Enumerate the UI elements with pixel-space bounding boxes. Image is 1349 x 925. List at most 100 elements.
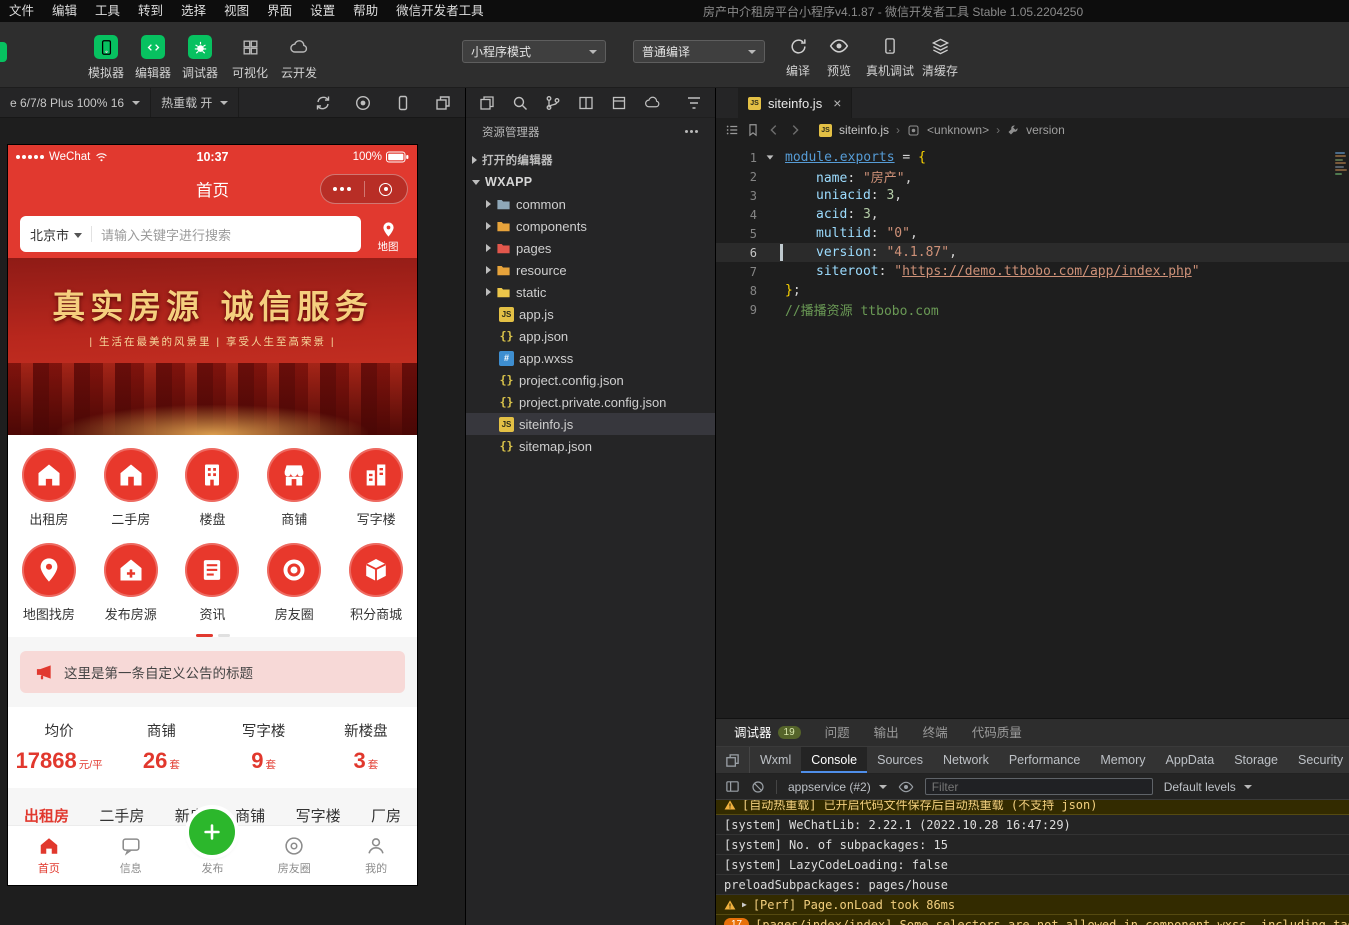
context-select[interactable]: appservice (#2)	[788, 780, 887, 794]
tab-messages[interactable]: 信息	[90, 826, 172, 885]
listing-tab-rent[interactable]: 出租房	[24, 805, 69, 826]
tree-item-project-private-config[interactable]: project.private.config.json	[466, 391, 715, 413]
tab-debugger[interactable]: 调试器19	[722, 719, 813, 747]
breadcrumb-symbol[interactable]: version	[1026, 123, 1065, 137]
devtools-tab-security[interactable]: Security	[1288, 747, 1349, 773]
map-button[interactable]: 地图	[367, 216, 409, 258]
menu-item-help[interactable]: 帮助	[344, 0, 387, 22]
tab-publish[interactable]: 发布	[172, 826, 254, 885]
record-icon[interactable]	[355, 95, 371, 111]
mode-select[interactable]: 小程序模式	[462, 40, 606, 63]
tab-problems[interactable]: 问题	[813, 719, 862, 747]
grid-item-shops[interactable]: 商铺	[253, 448, 335, 528]
tree-item-common[interactable]: common	[466, 193, 715, 215]
tree-item-resource[interactable]: resource	[466, 259, 715, 281]
hot-reload-toggle[interactable]: 热重载 开	[151, 88, 239, 117]
tree-item-app-wxss[interactable]: app.wxss	[466, 347, 715, 369]
tree-item-static[interactable]: static	[466, 281, 715, 303]
listing-tab-second-hand[interactable]: 二手房	[99, 805, 144, 826]
grid-item-offices[interactable]: 写字楼	[335, 448, 417, 528]
compile-mode-select[interactable]: 普通编译	[633, 40, 765, 63]
rotate-icon[interactable]	[315, 95, 331, 111]
menu-item-devtools[interactable]: 微信开发者工具	[387, 0, 493, 22]
cascade-windows-icon[interactable]	[435, 95, 451, 111]
package-icon[interactable]	[611, 95, 627, 111]
copy-pages-icon[interactable]	[479, 95, 495, 111]
simulator-button[interactable]: 模拟器	[80, 35, 132, 81]
tree-item-app-json[interactable]: app.json	[466, 325, 715, 347]
tree-item-pages[interactable]: pages	[466, 237, 715, 259]
capsule-menu-button[interactable]	[321, 175, 364, 203]
tree-item-project-config[interactable]: project.config.json	[466, 369, 715, 391]
tab-code-quality[interactable]: 代码质量	[960, 719, 1034, 747]
tab-siteinfo-js[interactable]: siteinfo.js	[738, 88, 852, 118]
cloud-icon[interactable]	[644, 94, 661, 111]
grid-item-publish[interactable]: 发布房源	[90, 543, 172, 623]
grid-item-moments[interactable]: 房友圈	[253, 543, 335, 623]
close-icon[interactable]	[833, 95, 841, 111]
tree-item-components[interactable]: components	[466, 215, 715, 237]
tree-item-app-js[interactable]: app.js	[466, 303, 715, 325]
publish-plus-button[interactable]	[189, 809, 235, 855]
cloud-dev-button[interactable]: 云开发	[273, 35, 325, 81]
phone-icon[interactable]	[395, 95, 411, 111]
visualizer-button[interactable]: 可视化	[224, 35, 276, 81]
tab-output[interactable]: 输出	[862, 719, 911, 747]
menu-item-settings[interactable]: 设置	[301, 0, 344, 22]
listing-tab-factory[interactable]: 厂房	[371, 805, 401, 826]
split-editor-icon[interactable]	[578, 95, 594, 111]
outline-icon[interactable]	[725, 123, 739, 137]
console-filter-input[interactable]	[925, 778, 1153, 795]
menu-item-view[interactable]: 视图	[215, 0, 258, 22]
menu-item-file[interactable]: 文件	[0, 0, 43, 22]
editor-button[interactable]: 编辑器	[127, 35, 179, 81]
devtools-tab-appdata[interactable]: AppData	[1156, 747, 1225, 773]
devtools-tab-network[interactable]: Network	[933, 747, 999, 773]
menu-item-goto[interactable]: 转到	[129, 0, 172, 22]
tab-terminal[interactable]: 终端	[911, 719, 960, 747]
devtools-tab-storage[interactable]: Storage	[1224, 747, 1288, 773]
grid-item-news[interactable]: 资讯	[172, 543, 254, 623]
capsule-close-button[interactable]	[365, 175, 408, 203]
menu-item-tools[interactable]: 工具	[86, 0, 129, 22]
tree-section-wxapp[interactable]: WXAPP	[466, 171, 715, 193]
eye-icon[interactable]	[898, 779, 914, 795]
listing-tab-office[interactable]: 写字楼	[296, 805, 341, 826]
search-icon[interactable]	[512, 95, 528, 111]
notice-bar[interactable]: 这里是第一条自定义公告的标题	[20, 651, 405, 693]
code-editor[interactable]: 1module.exports = { 2name: "房产", 3uniaci…	[716, 142, 1349, 718]
menu-item-select[interactable]: 选择	[172, 0, 215, 22]
breadcrumb-scope[interactable]: <unknown>	[927, 123, 989, 137]
promo-banner[interactable]: 真实房源 诚信服务 | 生活在最美的风景里 | 享受人生至高荣景 |	[8, 258, 417, 435]
more-actions-icon[interactable]	[685, 130, 699, 133]
grid-item-second-hand[interactable]: 二手房	[90, 448, 172, 528]
tab-moments[interactable]: 房友圈	[253, 826, 335, 885]
forward-arrow-icon[interactable]	[788, 123, 802, 137]
menu-item-interface[interactable]: 界面	[258, 0, 301, 22]
devtools-tab-memory[interactable]: Memory	[1090, 747, 1155, 773]
devtools-tab-performance[interactable]: Performance	[999, 747, 1091, 773]
console-sidebar-icon[interactable]	[725, 779, 740, 794]
grid-item-buildings[interactable]: 楼盘	[172, 448, 254, 528]
bookmark-icon[interactable]	[746, 123, 760, 137]
log-levels-select[interactable]: Default levels	[1164, 780, 1252, 794]
clear-console-icon[interactable]	[751, 780, 765, 794]
minimap[interactable]	[1334, 150, 1347, 176]
grid-item-points-mall[interactable]: 积分商城	[335, 543, 417, 623]
menu-item-edit[interactable]: 编辑	[43, 0, 86, 22]
tab-home[interactable]: 首页	[8, 826, 90, 885]
search-bar[interactable]: 北京市 请输入关键字进行搜索	[20, 216, 361, 252]
city-selector[interactable]: 北京市	[30, 225, 69, 244]
back-arrow-icon[interactable]	[767, 123, 781, 137]
breadcrumb-file[interactable]: siteinfo.js	[839, 123, 889, 137]
tree-section-open-editors[interactable]: 打开的编辑器	[466, 149, 715, 171]
grid-item-rent-house[interactable]: 出租房	[8, 448, 90, 528]
devtools-tab-wxml[interactable]: Wxml	[750, 747, 801, 773]
devtools-tab-console[interactable]: Console	[801, 747, 867, 773]
device-toolbar-toggle-icon[interactable]	[716, 747, 750, 773]
tree-item-siteinfo-js[interactable]: siteinfo.js	[466, 413, 715, 435]
tree-item-sitemap-json[interactable]: sitemap.json	[466, 435, 715, 457]
filter-icon[interactable]	[686, 95, 702, 111]
tab-profile[interactable]: 我的	[335, 826, 417, 885]
git-branch-icon[interactable]	[545, 95, 561, 111]
